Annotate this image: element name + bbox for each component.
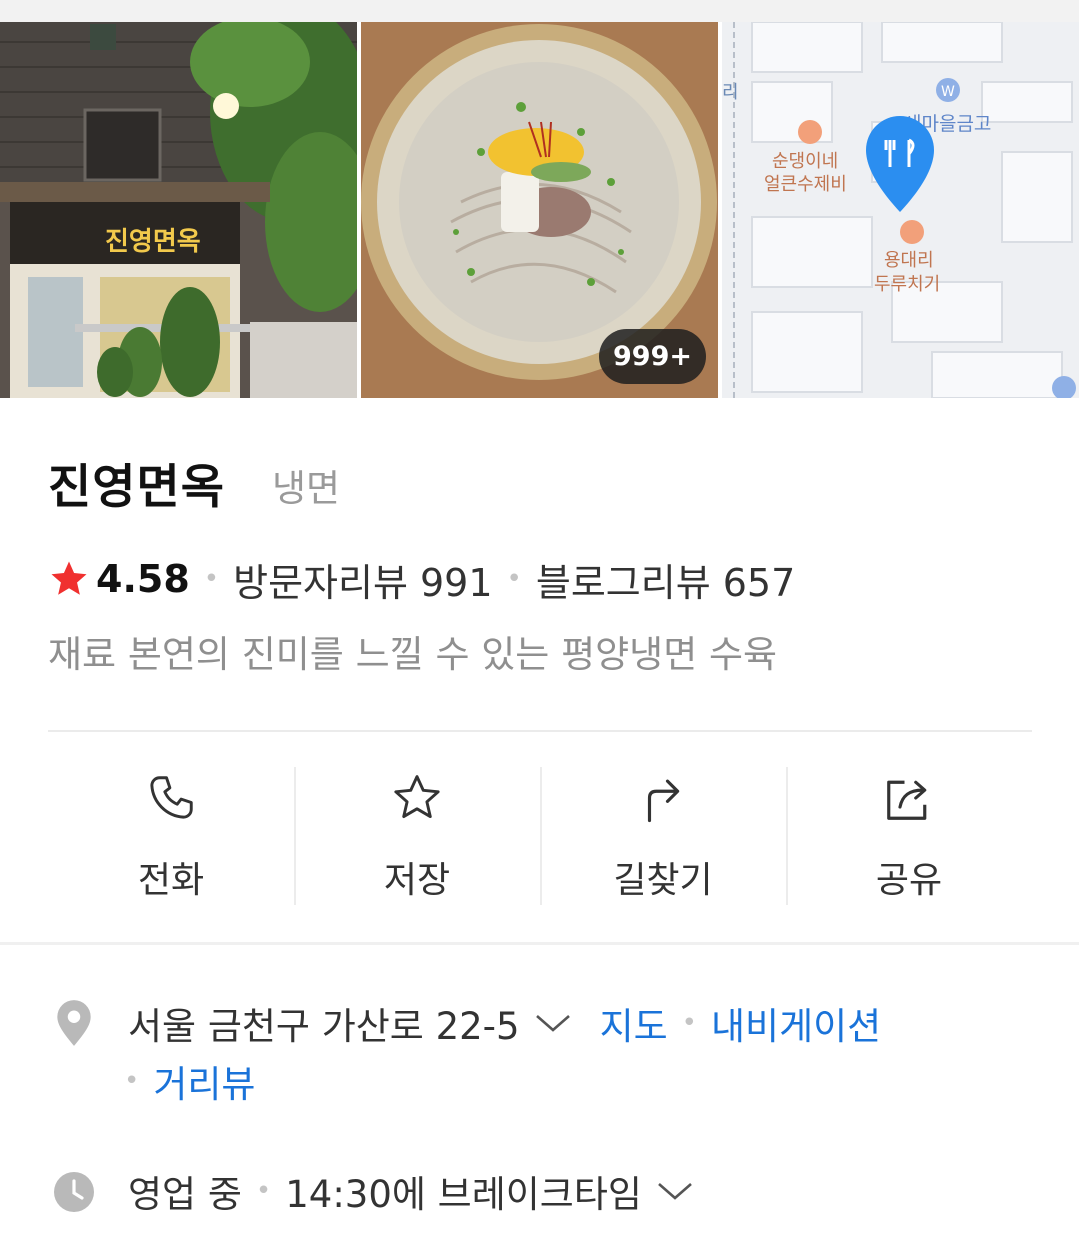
action-bar: 전화 저장 길찾기 공유: [48, 765, 1032, 907]
place-name: 진영면옥: [48, 460, 225, 515]
section-divider: [0, 942, 1079, 945]
call-label: 전화: [137, 860, 205, 901]
place-description: 재료 본연의 진미를 느낄 수 있는 평양냉면 수육: [48, 633, 778, 676]
map-label-restaurant-1: 순댕이네: [772, 151, 838, 172]
call-button[interactable]: 전화: [48, 765, 294, 907]
map-label-ri: 리: [722, 82, 739, 103]
hours-detail: 14:30에 브레이크타임: [285, 1173, 642, 1216]
store-sign-text: 진영면옥: [105, 227, 201, 257]
food-photo[interactable]: 999+: [361, 22, 718, 398]
map-preview[interactable]: 리 W 새마을금고 순댕이네 얼큰수제비 용대리 두루치기: [722, 22, 1079, 398]
rating-star-icon: [51, 561, 87, 595]
chevron-down-icon[interactable]: [534, 1012, 572, 1034]
divider: [48, 730, 1032, 732]
save-label: 저장: [383, 860, 451, 901]
rating-score: 4.58: [96, 557, 190, 601]
map-label-restaurant-2: 용대리: [884, 250, 934, 271]
save-button[interactable]: 저장: [294, 765, 540, 907]
top-strip: [0, 0, 1079, 22]
hours-status: 영업 중: [128, 1173, 242, 1216]
share-label: 공유: [875, 860, 943, 901]
photo-gallery[interactable]: 진영면옥 999+ 리 W 새마을금고 순댕이네 얼큰수제비 용대리 두루치기: [0, 22, 1079, 398]
blog-review-link[interactable]: 블로그리뷰 657: [536, 552, 795, 607]
directions-icon: [647, 779, 680, 823]
place-category: 냉면: [272, 467, 341, 510]
map-link[interactable]: 지도: [600, 996, 668, 1050]
address-text: 서울 금천구 가산로 22-5: [128, 1005, 520, 1048]
directions-button[interactable]: 길찾기: [540, 765, 786, 907]
location-pin-icon: [57, 1000, 91, 1046]
phone-icon: [150, 776, 193, 819]
share-button[interactable]: 공유: [786, 765, 1032, 907]
storefront-photo[interactable]: 진영면옥: [0, 22, 357, 398]
rating-row: 4.58 • 방문자리뷰 991 • 블로그리뷰 657: [48, 556, 795, 605]
street-view-link[interactable]: 거리뷰: [153, 1054, 255, 1108]
share-icon: [887, 780, 927, 820]
clock-icon: [54, 1172, 94, 1212]
map-label-restaurant-2b: 두루치기: [874, 274, 940, 295]
directions-label: 길찾기: [613, 860, 713, 901]
photo-count-badge[interactable]: 999+: [599, 329, 706, 384]
navigation-link[interactable]: 내비게이션: [711, 996, 881, 1050]
star-outline-icon: [394, 775, 440, 819]
map-label-restaurant-1b: 얼큰수제비: [764, 174, 847, 195]
chevron-down-icon[interactable]: [656, 1180, 694, 1202]
visitor-review-link[interactable]: 방문자리뷰 991: [233, 552, 492, 607]
svg-text:W: W: [941, 84, 955, 100]
